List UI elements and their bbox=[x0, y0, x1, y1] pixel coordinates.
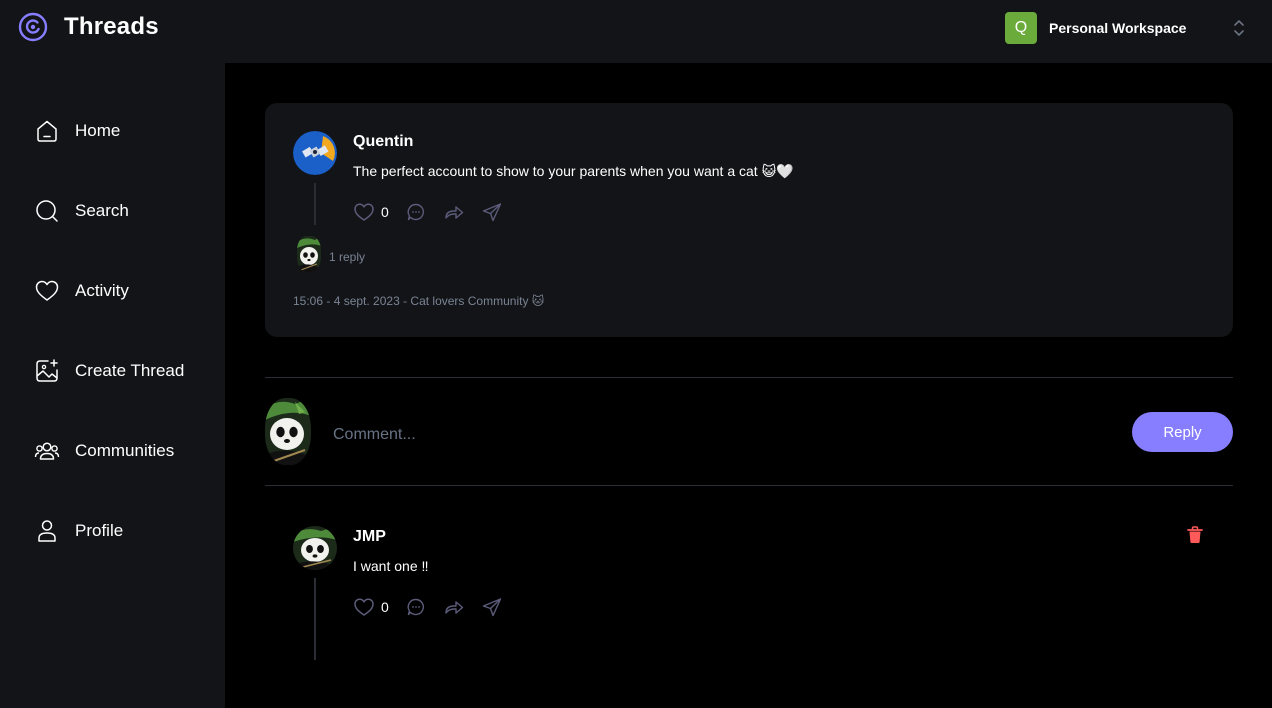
sidebar-item-label: Activity bbox=[75, 281, 129, 300]
repost-icon[interactable] bbox=[443, 596, 465, 618]
sidebar-item-label: Profile bbox=[75, 521, 124, 540]
thread-connector-line bbox=[314, 578, 316, 660]
user-icon bbox=[38, 520, 56, 542]
reply-text: I want one ‼ bbox=[353, 558, 429, 574]
like-count: 0 bbox=[381, 204, 389, 220]
sidebar-item-communities[interactable]: Communities bbox=[34, 437, 174, 465]
panda-avatar-icon bbox=[297, 236, 321, 272]
left-sidebar: Home Search Activity Create Thread Commu… bbox=[0, 63, 225, 708]
divider bbox=[265, 377, 1233, 378]
sidebar-item-label: Home bbox=[75, 121, 121, 140]
sidebar-item-profile[interactable]: Profile bbox=[34, 517, 123, 545]
thread-actions: 0 bbox=[353, 201, 503, 223]
sidebar-item-create-thread[interactable]: Create Thread bbox=[34, 357, 184, 385]
reply-author-avatar[interactable] bbox=[293, 526, 337, 570]
home-icon bbox=[37, 120, 57, 142]
share-icon[interactable] bbox=[481, 596, 503, 618]
repost-icon[interactable] bbox=[443, 201, 465, 223]
reply-button[interactable]: Reply bbox=[1132, 412, 1233, 452]
workspace-avatar: Q bbox=[1005, 12, 1037, 44]
comment-input[interactable] bbox=[333, 418, 1103, 452]
thread-card: Quentin The perfect account to show to y… bbox=[265, 103, 1233, 337]
heart-icon[interactable] bbox=[353, 201, 375, 223]
current-user-avatar bbox=[265, 398, 311, 465]
heart-icon bbox=[35, 280, 59, 301]
app-logo[interactable]: Threads bbox=[18, 12, 159, 42]
comment-icon[interactable] bbox=[405, 596, 427, 618]
share-icon[interactable] bbox=[481, 201, 503, 223]
trash-icon[interactable] bbox=[1187, 526, 1203, 544]
sidebar-item-label: Create Thread bbox=[75, 361, 185, 380]
replier-avatar[interactable] bbox=[297, 236, 321, 272]
sidebar-item-search[interactable]: Search bbox=[34, 197, 129, 225]
thread-connector-line bbox=[314, 183, 316, 225]
top-bar: Threads Q Personal Workspace bbox=[0, 0, 1272, 63]
threads-logo-icon bbox=[18, 12, 48, 42]
sidebar-item-home[interactable]: Home bbox=[34, 117, 120, 145]
author-avatar[interactable] bbox=[293, 131, 337, 175]
users-icon bbox=[34, 442, 60, 460]
app-title: Threads bbox=[64, 13, 159, 40]
divider bbox=[265, 485, 1233, 486]
search-icon bbox=[36, 200, 58, 222]
main-content: Quentin The perfect account to show to y… bbox=[225, 63, 1272, 708]
thread-text: The perfect account to show to your pare… bbox=[353, 163, 794, 179]
replies-count-link[interactable]: 1 reply bbox=[329, 250, 365, 264]
reply-author[interactable]: JMP bbox=[353, 528, 386, 546]
panda-avatar-icon bbox=[265, 398, 311, 465]
reply-actions: 0 bbox=[353, 596, 503, 618]
sidebar-item-label: Communities bbox=[75, 441, 175, 460]
image-plus-icon bbox=[36, 359, 58, 382]
chevron-up-down-icon[interactable] bbox=[1232, 18, 1246, 38]
panda-avatar-icon bbox=[293, 526, 337, 570]
workspace-name: Personal Workspace bbox=[1049, 20, 1187, 36]
sidebar-item-label: Search bbox=[75, 201, 129, 220]
workspace-switcher[interactable]: Q Personal Workspace bbox=[1005, 12, 1246, 44]
like-count: 0 bbox=[381, 599, 389, 615]
comment-icon[interactable] bbox=[405, 201, 427, 223]
heart-icon[interactable] bbox=[353, 596, 375, 618]
thread-meta[interactable]: 15:06 - 4 sept. 2023 - Cat lovers Commun… bbox=[293, 294, 544, 308]
thread-author[interactable]: Quentin bbox=[353, 133, 413, 151]
sidebar-item-activity[interactable]: Activity bbox=[34, 277, 129, 305]
satellite-avatar-icon bbox=[293, 131, 337, 175]
